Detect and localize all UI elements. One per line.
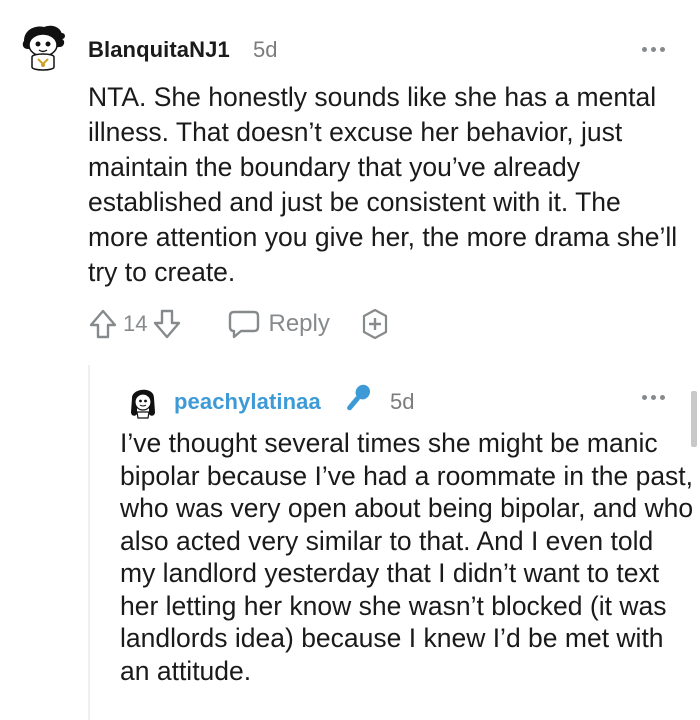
timestamp: 5d (390, 389, 415, 414)
reply-button[interactable]: Reply (228, 309, 330, 339)
downvote-button[interactable] (152, 308, 182, 340)
microphone-icon (347, 384, 370, 411)
reply-label: Reply (268, 310, 330, 337)
more-options-icon[interactable] (642, 395, 665, 400)
speech-bubble-icon (229, 310, 260, 339)
username[interactable]: peachylatinaa (174, 389, 321, 415)
upvote-arrow-icon (89, 309, 117, 339)
more-options-icon[interactable] (642, 47, 665, 52)
upvote-button[interactable] (88, 308, 118, 340)
thread-line[interactable] (88, 365, 90, 720)
username[interactable]: BlanquitaNJ1 (88, 37, 230, 63)
vote-count: 14 (123, 311, 148, 336)
avatar[interactable] (14, 19, 70, 75)
snoo-avatar-icon (14, 19, 70, 75)
timestamp: 5d (253, 37, 278, 62)
downvote-arrow-icon (154, 309, 181, 339)
flair (339, 382, 375, 421)
award-button[interactable] (358, 307, 392, 341)
scrollbar[interactable] (691, 391, 697, 447)
comment-body: NTA. She honestly sounds like she has a … (88, 82, 678, 287)
comment-body: I’ve thought several times she might be … (120, 428, 694, 686)
avatar[interactable] (124, 382, 162, 420)
award-plus-icon (362, 308, 387, 340)
comment-actions: 14 Reply (88, 305, 392, 343)
snoo-avatar-icon (124, 382, 162, 420)
